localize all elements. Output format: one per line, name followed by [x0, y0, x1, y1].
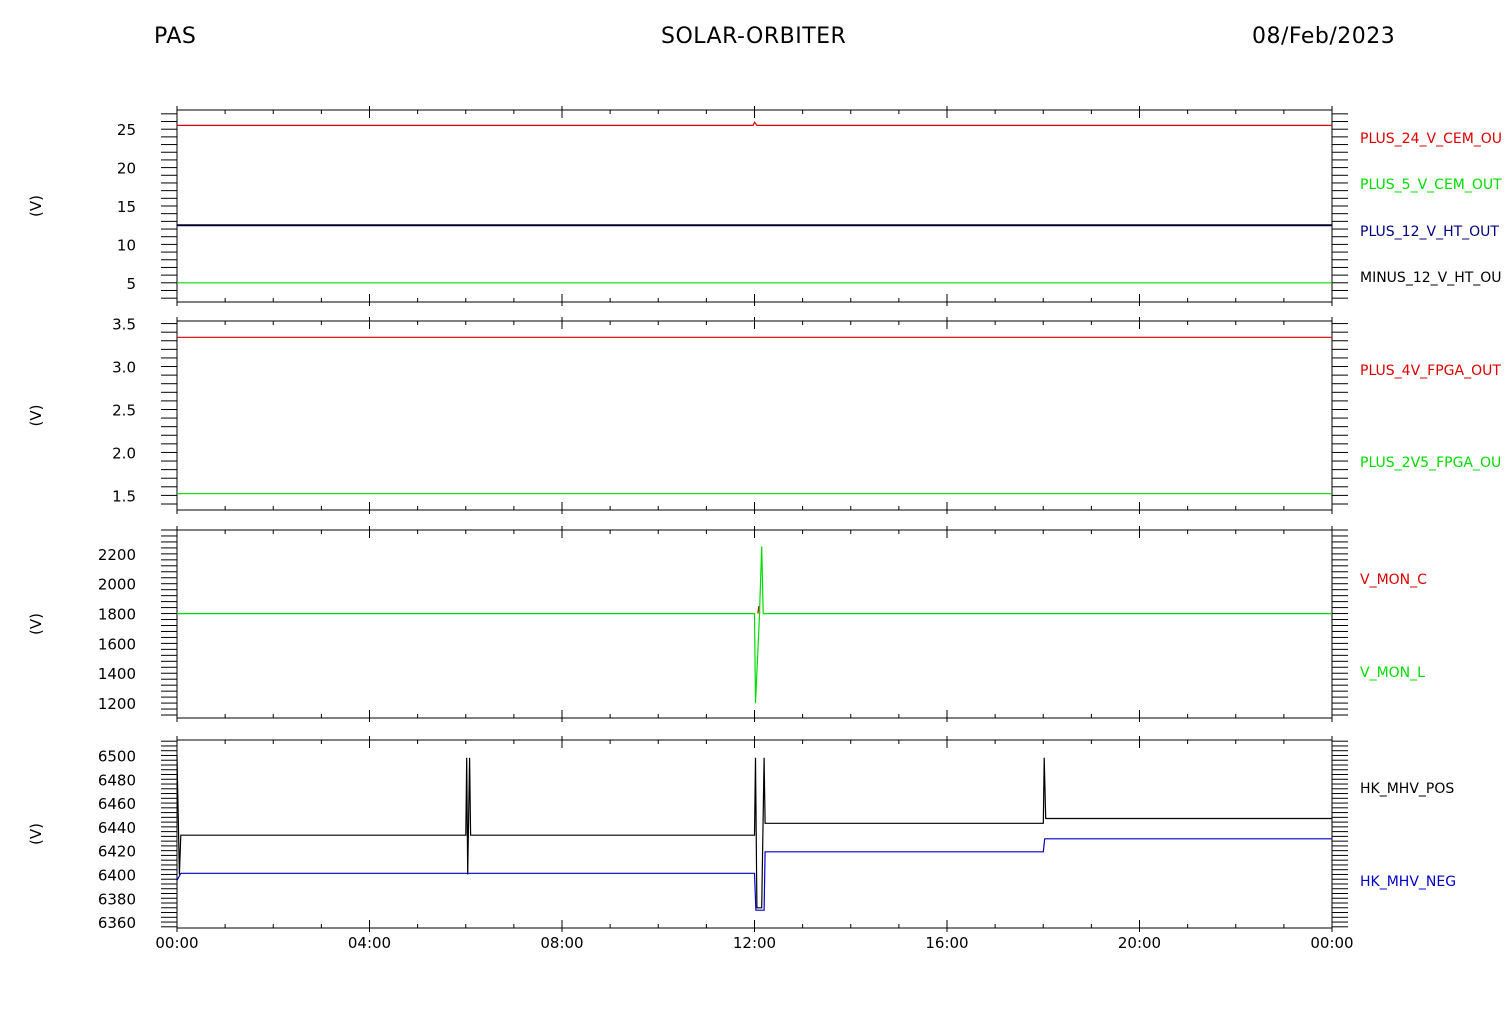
y-tick-label: 6500 [98, 747, 136, 765]
y-tick-label: 3.0 [112, 359, 136, 377]
x-tick-label: 12:00 [733, 934, 776, 952]
series-label: V_MON_C [1360, 572, 1427, 588]
x-tick-label: 04:00 [348, 934, 391, 952]
y-tick-label: 25 [117, 121, 136, 139]
series-label: PLUS_5_V_CEM_OUT [1360, 177, 1502, 193]
x-tick-label: 16:00 [925, 934, 968, 952]
y-tick-label: 6420 [98, 843, 136, 861]
series-line [177, 546, 1332, 704]
multi-panel-plot: 5 10 15 20 25 (V) PLUS_24_V_CEM_OU PLUS_5_V_CEM… [27, 106, 1502, 952]
x-tick-label: 20:00 [1118, 934, 1161, 952]
x-tick-label: 08:00 [540, 934, 583, 952]
panel-frame [176, 109, 1333, 303]
series-line [177, 121, 1332, 126]
series-line [176, 838, 1332, 911]
panel-frame [176, 320, 1333, 511]
series-label: HK_MHV_NEG [1360, 874, 1456, 890]
y-tick-label: 6480 [98, 771, 136, 789]
y-tick-label: 3.5 [112, 316, 136, 334]
y-tick-label: 6400 [98, 866, 136, 884]
series-label: PLUS_2V5_FPGA_OU [1360, 455, 1501, 471]
y-tick-label: 1.5 [112, 487, 136, 505]
y-tick-label: 6440 [98, 819, 136, 837]
y-tick-label: 2.0 [112, 444, 136, 462]
y-tick-label: 20 [117, 160, 136, 178]
y-axis-label: (V) [27, 823, 45, 845]
y-axis-label: (V) [27, 195, 45, 217]
y-axis-label: (V) [27, 613, 45, 635]
y-tick-label: 6460 [98, 795, 136, 813]
y-tick-label: 1800 [98, 606, 136, 624]
series-label: PLUS_4V_FPGA_OUT [1360, 363, 1501, 379]
y-tick-label: 2200 [98, 546, 136, 564]
y-tick-label: 10 [117, 236, 136, 254]
y-tick-label: 5 [126, 275, 136, 293]
series-label: HK_MHV_POS [1360, 781, 1454, 797]
y-tick-label: 1400 [98, 665, 136, 683]
y-tick-label: 1600 [98, 635, 136, 653]
x-tick-label: 00:00 [1310, 934, 1353, 952]
y-tick-label: 2.5 [112, 401, 136, 419]
y-tick-label: 15 [117, 198, 136, 216]
series-label: PLUS_24_V_CEM_OU [1360, 131, 1502, 147]
y-tick-label: 6380 [98, 890, 136, 908]
series-label: MINUS_12_V_HT_OU [1360, 270, 1502, 286]
y-tick-label: 1200 [98, 695, 136, 713]
y-tick-label: 2000 [98, 576, 136, 594]
y-tick-label: 6360 [98, 914, 136, 932]
x-tick-label: 00:00 [155, 934, 198, 952]
y-axis-label: (V) [27, 405, 45, 427]
series-label: PLUS_12_V_HT_OUT [1360, 224, 1499, 240]
series-label: V_MON_L [1360, 665, 1425, 681]
